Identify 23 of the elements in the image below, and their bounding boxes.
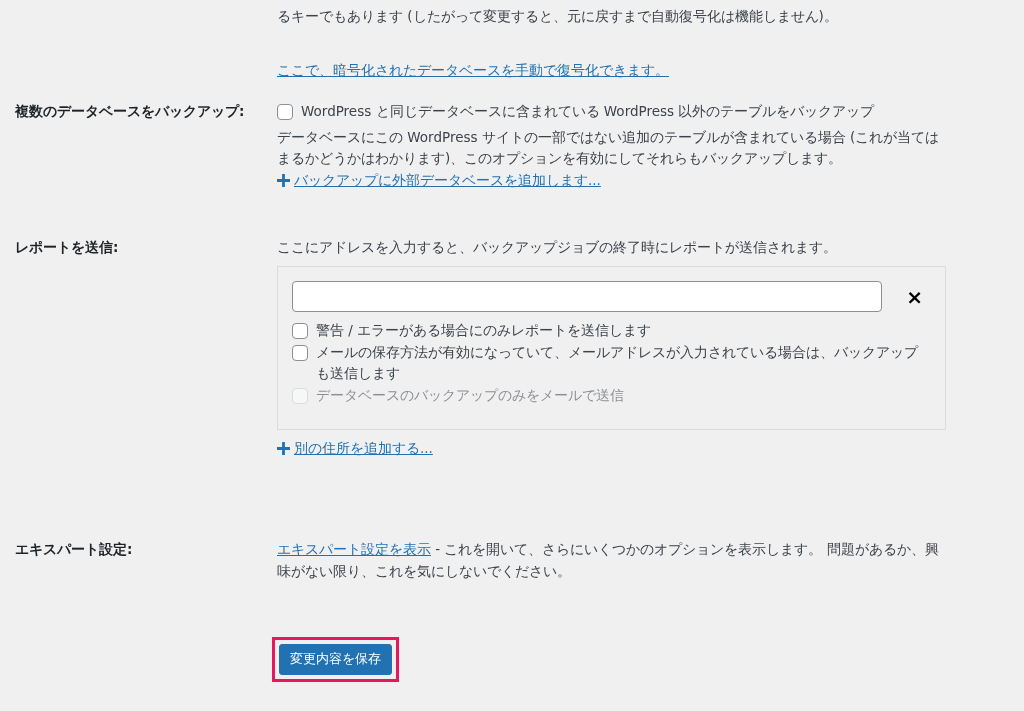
field-label: エキスパート設定:	[15, 541, 133, 558]
checkbox-label: メールの保存方法が有効になっていて、メールアドレスが入力されている場合は、バックアップも送信します	[316, 342, 920, 384]
description-text: エキスパート設定を表示 - これを開いて、さらにいくつかのオプションを表示します。 問題があるか、興味がない限り、これを気にしないでください。	[277, 540, 940, 581]
checkbox[interactable]	[292, 323, 308, 340]
plus-icon	[277, 174, 290, 188]
field-label: 複数のデータベースをバックアップ:	[15, 103, 245, 120]
checkbox[interactable]	[277, 104, 293, 121]
checkbox[interactable]	[292, 344, 308, 361]
description-text: ここにアドレスを入力すると、バックアップジョブの終了時にレポートが送信されます。	[277, 237, 838, 257]
decrypt-link[interactable]: ここで、暗号化されたデータベースを手動で復号化できます。	[277, 61, 669, 78]
description-text: るキーでもあります (したがって変更すると、元に戻すまで自動復号化は機能しません)。	[277, 7, 839, 26]
remove-button[interactable]: ×	[906, 286, 923, 307]
field-label: レポートを送信:	[15, 238, 119, 255]
add-address-link[interactable]: 別の住所を追加する...	[294, 437, 433, 460]
expert-settings-link[interactable]: エキスパート設定を表示	[277, 541, 431, 558]
save-button[interactable]: 変更内容を保存	[279, 644, 392, 676]
description-text: データベースにこの WordPress サイトの一部ではない追加のテーブルが含まれている場合 (これが当てはまるかどうかはわかります)、このオプションを有効にしてそれらもバックアップします。	[277, 127, 941, 169]
checkbox-label: データベースのバックアップのみをメールで送信	[316, 385, 624, 405]
checkbox-label: WordPress と同じデータベースに含まれている WordPress 以外のテーブルをバックアップ	[301, 102, 875, 122]
plus-icon	[277, 441, 290, 455]
checkbox-label: 警告 / エラーがある場合にのみレポートを送信します	[316, 321, 652, 341]
add-database-link[interactable]: バックアップに外部データベースを追加します...	[294, 169, 601, 192]
email-input[interactable]	[292, 281, 882, 313]
